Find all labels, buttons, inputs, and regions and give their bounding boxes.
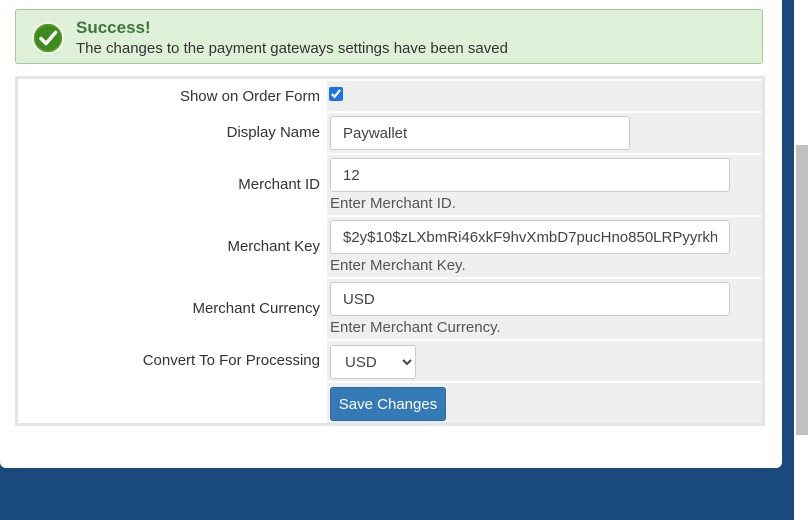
display-name-label: Display Name	[226, 124, 320, 141]
row-display-name: Display Name	[20, 113, 762, 153]
scrollbar-thumb[interactable]	[796, 145, 808, 435]
merchant-currency-input[interactable]	[330, 282, 730, 316]
alert-title: Success!	[76, 18, 151, 37]
row-show-on-order-form: Show on Order Form	[20, 81, 762, 111]
merchant-currency-label: Merchant Currency	[192, 300, 320, 317]
convert-to-select[interactable]: USD	[330, 345, 416, 379]
display-name-input[interactable]	[330, 116, 630, 150]
success-alert: Success! The changes to the payment gate…	[15, 9, 763, 64]
row-convert-to: Convert To For Processing USD	[20, 341, 762, 381]
merchant-key-input[interactable]	[330, 220, 730, 254]
gateway-settings-form: Show on Order Form Display Name Merchant…	[15, 76, 765, 426]
merchant-id-label: Merchant ID	[238, 176, 320, 193]
merchant-key-help: Enter Merchant Key.	[330, 257, 466, 274]
row-merchant-key: Merchant Key Enter Merchant Key.	[20, 217, 762, 277]
row-merchant-currency: Merchant Currency Enter Merchant Currenc…	[20, 279, 762, 339]
merchant-id-input[interactable]	[330, 158, 730, 192]
merchant-currency-help: Enter Merchant Currency.	[330, 319, 501, 336]
save-changes-button[interactable]: Save Changes	[330, 387, 446, 421]
alert-message: The changes to the payment gateways sett…	[76, 40, 508, 57]
convert-to-label: Convert To For Processing	[142, 352, 320, 369]
settings-panel: Success! The changes to the payment gate…	[0, 0, 782, 468]
show-on-order-form-checkbox[interactable]	[329, 87, 343, 101]
row-merchant-id: Merchant ID Enter Merchant ID.	[20, 155, 762, 215]
check-circle-icon	[32, 22, 64, 54]
merchant-key-label: Merchant Key	[227, 238, 320, 255]
merchant-id-help: Enter Merchant ID.	[330, 195, 456, 212]
row-save: Save Changes	[20, 383, 762, 423]
show-on-order-form-label: Show on Order Form	[179, 88, 320, 105]
